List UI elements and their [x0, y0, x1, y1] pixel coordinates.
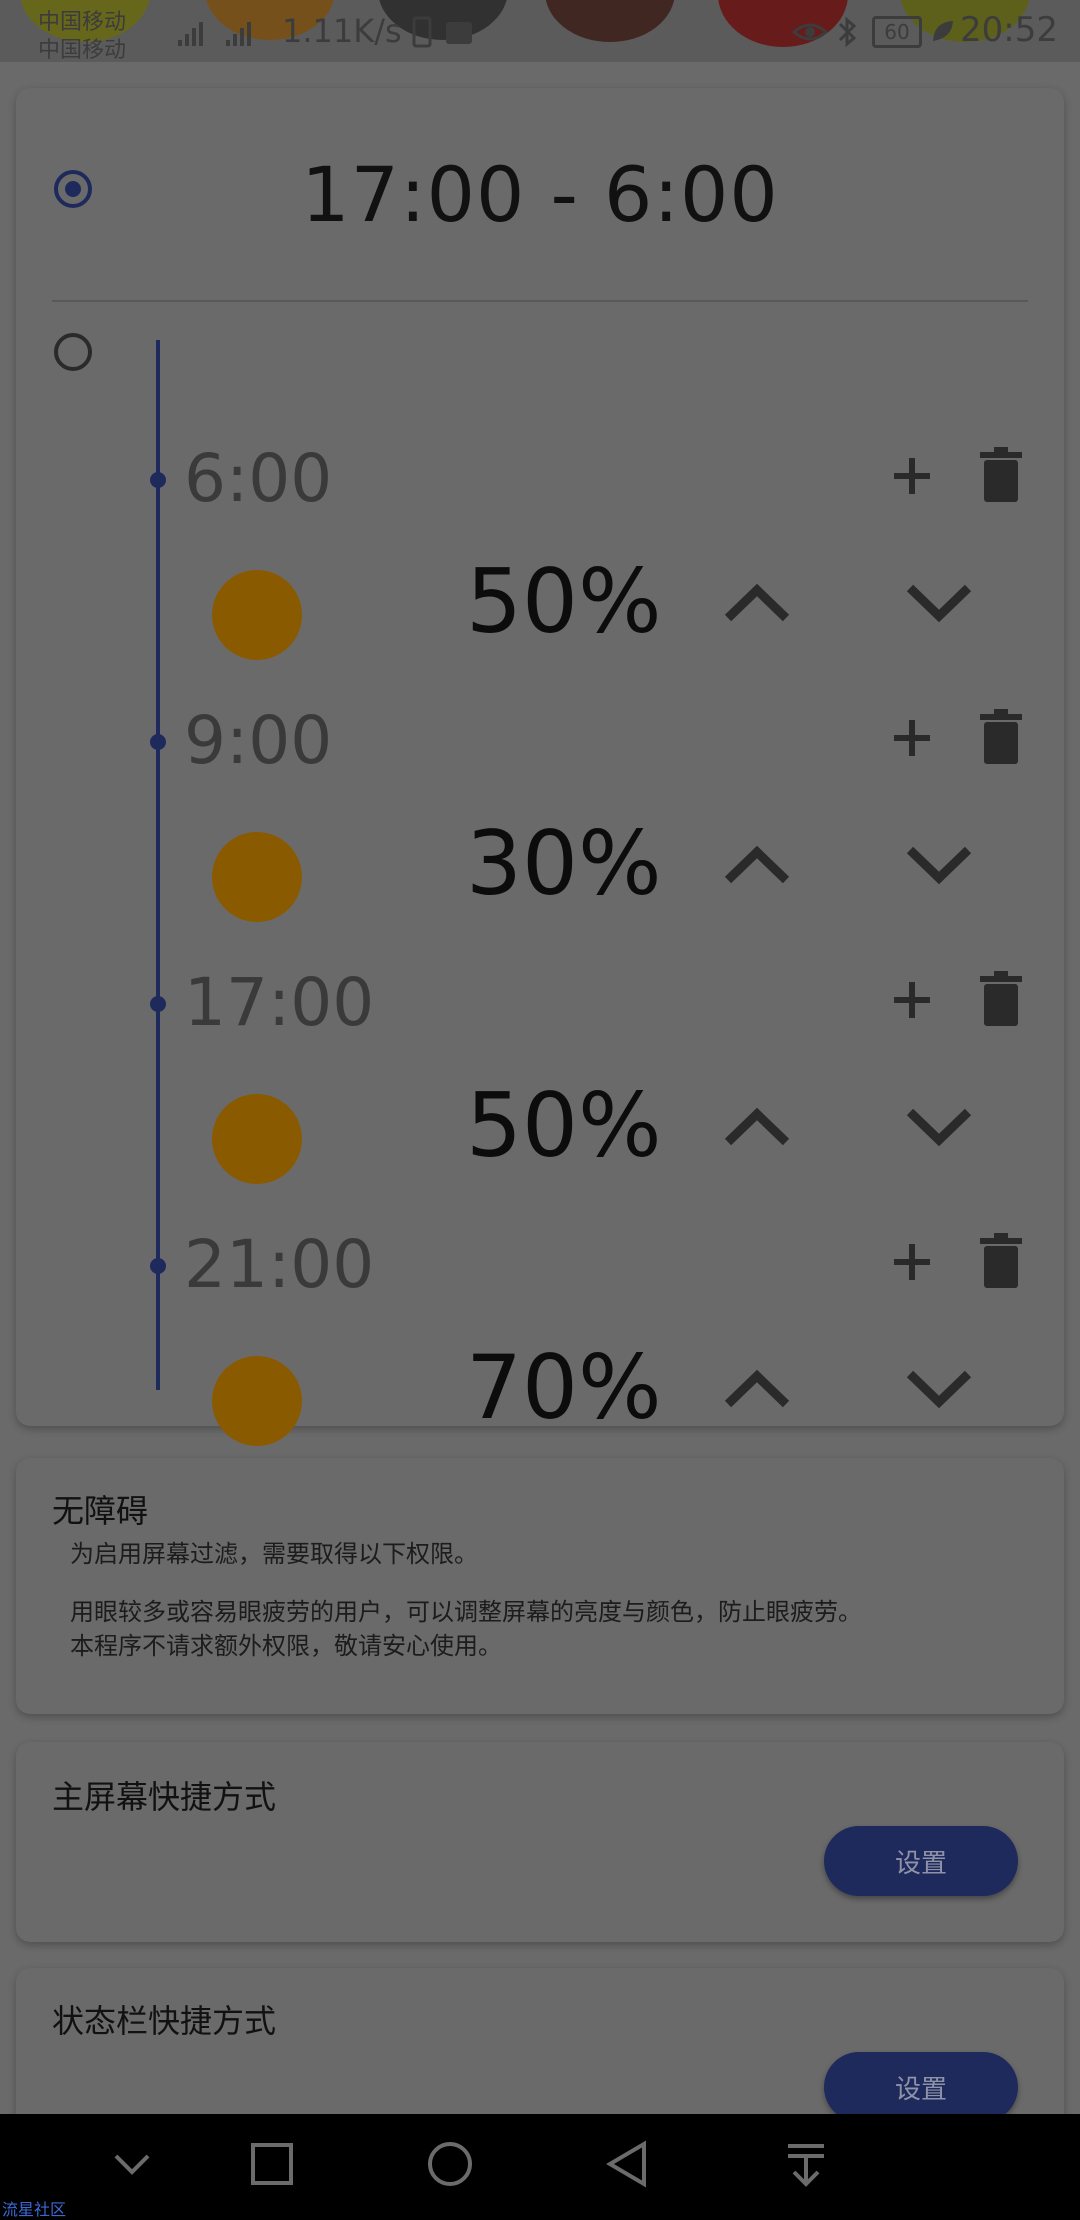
- slot-time[interactable]: 21:00: [184, 1226, 374, 1303]
- chevron-up-icon[interactable]: [722, 1102, 792, 1152]
- color-swatch[interactable]: [212, 832, 302, 922]
- chevron-down-icon[interactable]: [102, 2134, 162, 2194]
- accessibility-card[interactable]: 无障碍 为启用屏幕过滤，需要取得以下权限。 用眼较多或容易眼疲劳的用户，可以调整…: [16, 1458, 1064, 1714]
- status-shortcut-card: 状态栏快捷方式 设置: [16, 1968, 1064, 2128]
- chevron-up-icon[interactable]: [722, 840, 792, 890]
- status-bar: 中国移动 中国移动 1.11K/s 60 20:52: [0, 0, 1080, 62]
- accessibility-title: 无障碍: [52, 1492, 149, 1530]
- chevron-down-icon[interactable]: [904, 1364, 974, 1414]
- slot-time[interactable]: 9:00: [184, 702, 332, 779]
- accessibility-line-3: 本程序不请求额外权限，敬请安心使用。: [70, 1632, 502, 1660]
- chevron-down-icon[interactable]: [904, 840, 974, 890]
- status-shortcut-set-button[interactable]: 设置: [824, 2052, 1018, 2122]
- timeline-dot: [150, 1258, 166, 1274]
- schedule-slot: 6:00 50%: [16, 430, 1064, 692]
- signal-icon: [178, 22, 251, 46]
- accessibility-line-1: 为启用屏幕过滤，需要取得以下权限。: [70, 1540, 478, 1568]
- net-speed: 1.11K/s: [282, 12, 402, 50]
- back-icon[interactable]: [598, 2134, 658, 2194]
- slot-time[interactable]: 6:00: [184, 440, 332, 517]
- schedule-slot: 17:00 50%: [16, 954, 1064, 1216]
- wallpaper-blob: [545, 0, 675, 42]
- timeline-dot: [150, 996, 166, 1012]
- trash-icon[interactable]: [976, 1232, 1026, 1290]
- trash-icon[interactable]: [976, 970, 1026, 1028]
- schedule-slot: 9:00 30%: [16, 692, 1064, 954]
- watermark: 流星社区: [2, 2200, 67, 2219]
- notification-pull-icon[interactable]: [776, 2134, 836, 2194]
- accessibility-line-2: 用眼较多或容易眼疲劳的用户，可以调整屏幕的亮度与颜色，防止眼疲劳。: [70, 1598, 862, 1626]
- battery-indicator: 60: [872, 16, 922, 48]
- chevron-up-icon[interactable]: [722, 1364, 792, 1414]
- home-shortcut-set-button[interactable]: 设置: [824, 1826, 1018, 1896]
- trash-icon[interactable]: [976, 446, 1026, 504]
- divider: [52, 300, 1028, 302]
- timeline-dot: [150, 472, 166, 488]
- slot-percent: 50%: [466, 550, 662, 653]
- slot-time[interactable]: 17:00: [184, 964, 374, 1041]
- recent-apps-icon[interactable]: [242, 2134, 302, 2194]
- color-swatch[interactable]: [212, 1094, 302, 1184]
- eye-bluetooth-icons: [792, 16, 857, 48]
- notification-icons: [412, 16, 472, 48]
- slot-percent: 30%: [466, 812, 662, 915]
- color-swatch[interactable]: [212, 1356, 302, 1446]
- timeline-mode-radio[interactable]: [54, 333, 92, 371]
- plus-icon[interactable]: [884, 710, 940, 766]
- schedule-slot: 21:00 70%: [16, 1216, 1064, 1478]
- chevron-down-icon[interactable]: [904, 578, 974, 628]
- carrier-2: 中国移动: [38, 38, 127, 62]
- leaf-icon: [933, 21, 953, 41]
- timeline-dot: [150, 734, 166, 750]
- plus-icon[interactable]: [884, 448, 940, 504]
- clock: 20:52: [960, 10, 1058, 50]
- chevron-down-icon[interactable]: [904, 1102, 974, 1152]
- plus-icon[interactable]: [884, 1234, 940, 1290]
- color-swatch[interactable]: [212, 570, 302, 660]
- range-title: 17:00 - 6:00: [301, 150, 779, 239]
- trash-icon[interactable]: [976, 708, 1026, 766]
- schedule-card: 17:00 - 6:00 6:00 50% 9:00 30% 17:00 50%…: [16, 88, 1064, 1446]
- plus-icon[interactable]: [884, 972, 940, 1028]
- home-shortcut-card: 主屏幕快捷方式 设置: [16, 1742, 1064, 1942]
- slot-percent: 70%: [466, 1336, 662, 1439]
- home-icon[interactable]: [420, 2134, 480, 2194]
- status-shortcut-title: 状态栏快捷方式: [52, 2002, 277, 2040]
- chevron-up-icon[interactable]: [722, 578, 792, 628]
- slot-percent: 50%: [466, 1074, 662, 1177]
- home-shortcut-title: 主屏幕快捷方式: [52, 1778, 277, 1816]
- navigation-bar: [0, 2114, 1080, 2220]
